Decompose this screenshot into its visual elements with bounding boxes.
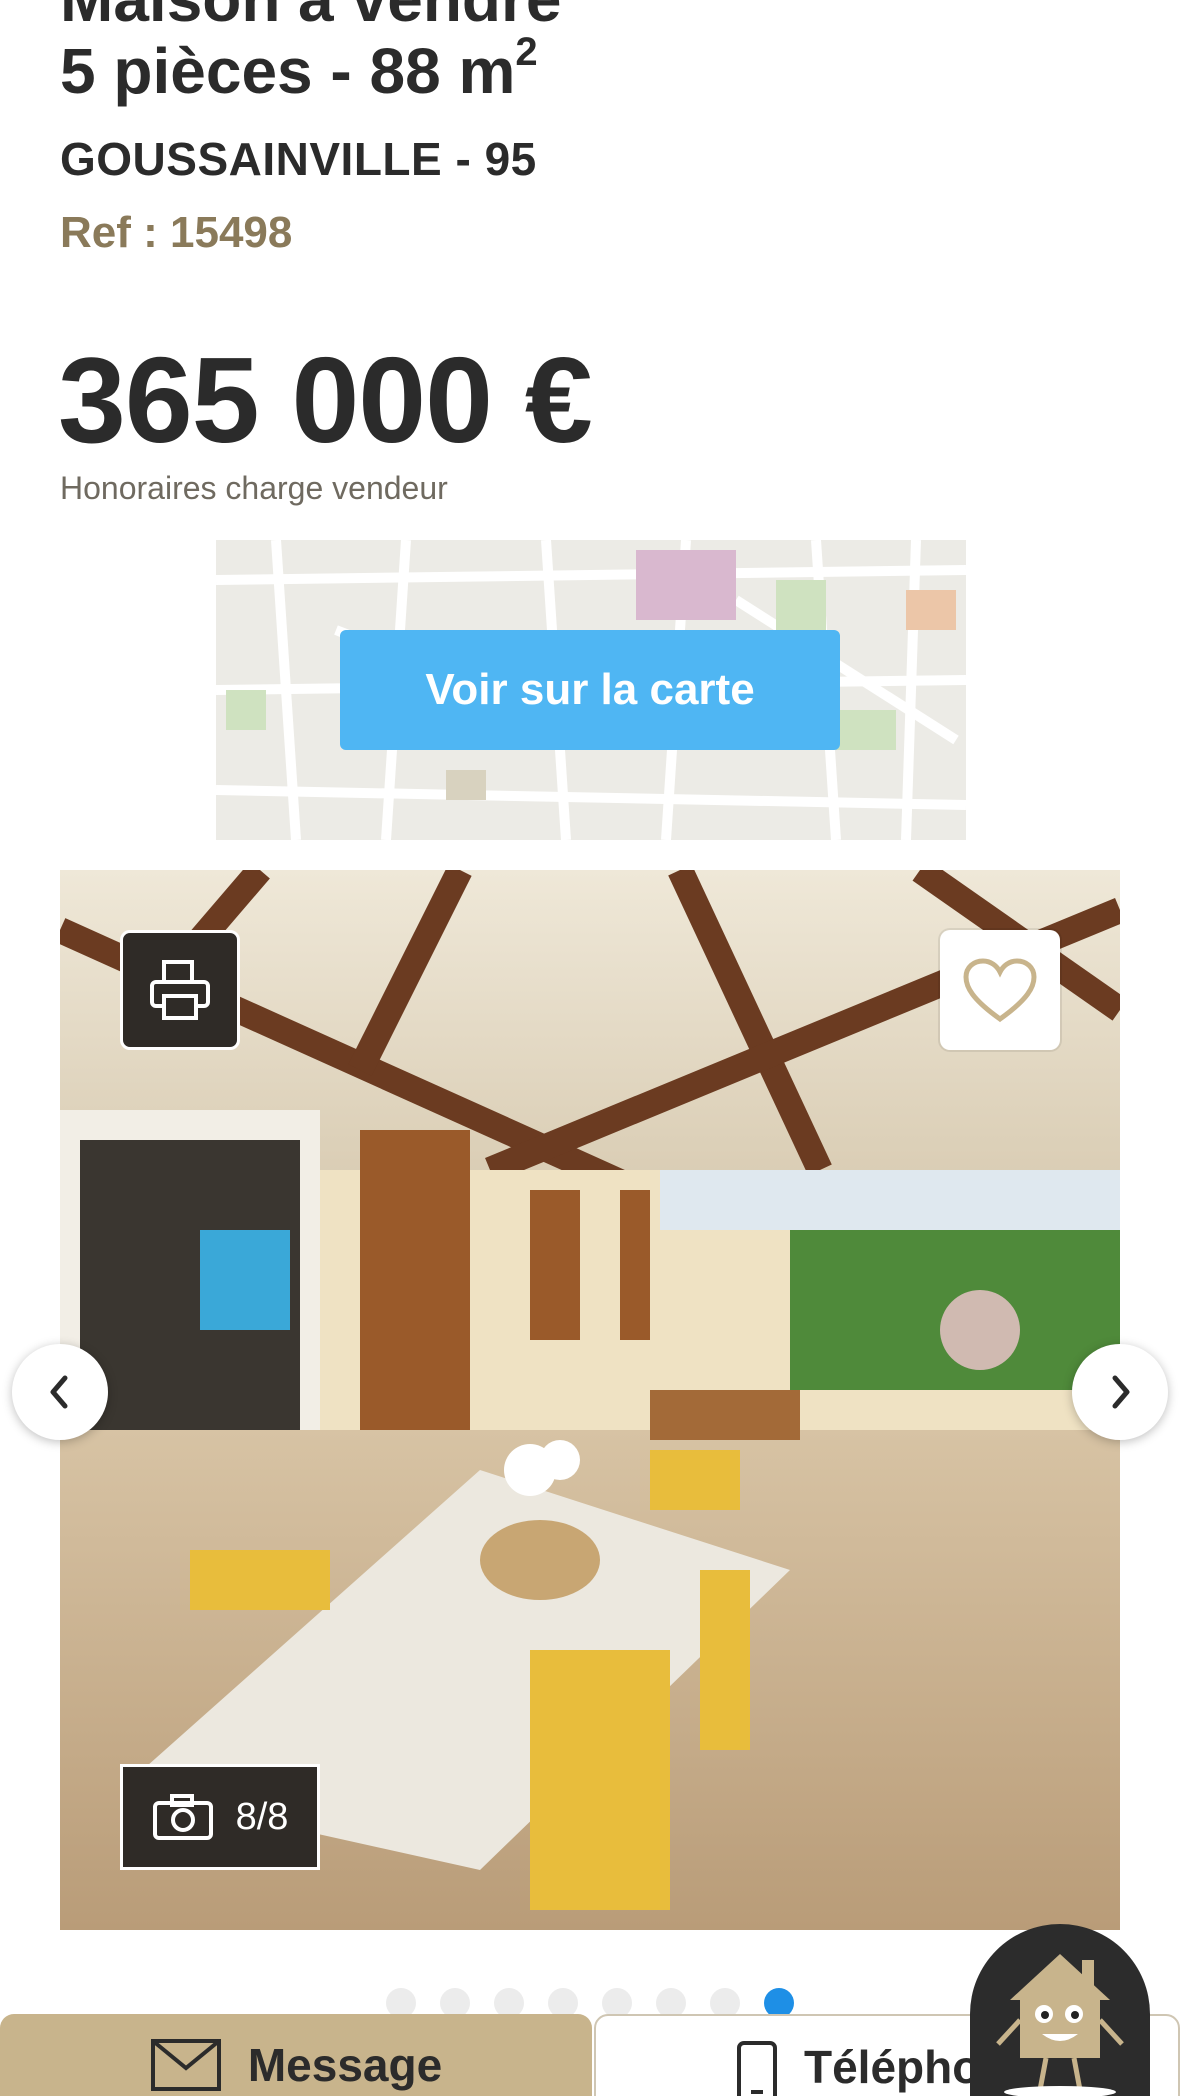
message-button-label: Message [247, 2039, 443, 2091]
camera-icon [152, 1794, 213, 1840]
next-photo-button[interactable] [1072, 1344, 1168, 1440]
listing-location: GOUSSAINVILLE - 95 [60, 133, 537, 185]
title-area-superscript: 2 [515, 30, 538, 74]
listing-ref: Ref : 15498 [60, 208, 293, 257]
photo-counter-label: 8/8 [235, 1795, 289, 1838]
assistant-mascot-button[interactable] [970, 1924, 1150, 2096]
title-rooms-area: 5 pièces - 88 m [60, 35, 516, 107]
listing-price: 365 000 € [58, 332, 593, 468]
photo-counter: 8/8 [120, 1764, 320, 1870]
chevron-right-icon [1112, 1375, 1130, 1409]
message-button[interactable]: Message [0, 2014, 592, 2096]
view-on-map-button[interactable]: Voir sur la carte [340, 630, 840, 750]
chevron-left-icon [50, 1375, 68, 1409]
heart-icon [963, 958, 1037, 1023]
mascot-house-icon [996, 1954, 1124, 2096]
listing-fees: Honoraires charge vendeur [60, 470, 448, 506]
listing-title: 5 pièces - 88 m2 [60, 30, 538, 108]
envelope-icon [150, 2039, 221, 2091]
print-button[interactable] [120, 930, 240, 1050]
phone-icon [737, 2041, 777, 2096]
previous-photo-button[interactable] [12, 1344, 108, 1440]
favorite-button[interactable] [940, 930, 1060, 1050]
printer-icon [150, 960, 210, 1020]
